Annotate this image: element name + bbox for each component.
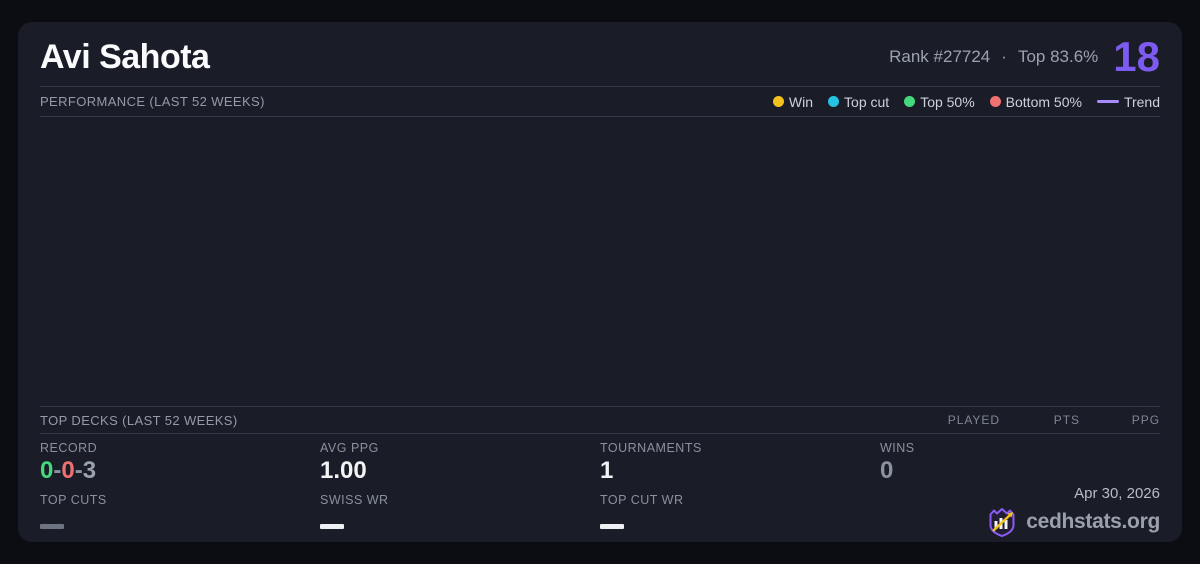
- bottom-50-dot-icon: [989, 96, 1001, 107]
- top-50-dot-icon: [904, 96, 916, 107]
- record-label: RECORD: [40, 441, 98, 455]
- top-cuts-label: TOP CUTS: [40, 493, 107, 507]
- record-draws: 3: [82, 457, 97, 484]
- player-score: 18: [1113, 33, 1160, 80]
- player-name: Avi Sahota: [40, 37, 210, 76]
- legend-item-bottom-50: Bottom 50%: [989, 93, 1082, 110]
- footer: Apr 30, 2026 cedhstats.org: [880, 485, 1160, 549]
- rank-area: Rank #27724 · Top 83.6% 18: [889, 36, 1160, 78]
- legend-label: Top 50%: [920, 93, 975, 110]
- record-separator: -: [74, 457, 83, 484]
- top-decks-columns: PLAYED PTS PPG: [920, 413, 1160, 427]
- player-stats-card: Avi Sahota Rank #27724 · Top 83.6% 18 PE…: [18, 22, 1182, 542]
- top-cut-wr-label: TOP CUT WR: [600, 493, 684, 507]
- rank-label: Rank #27724: [889, 47, 991, 66]
- legend-label: Top cut: [844, 93, 890, 110]
- legend-item-trend: Trend: [1096, 93, 1160, 110]
- tournaments-label: TOURNAMENTS: [600, 441, 702, 455]
- column-pts: PTS: [1053, 413, 1080, 427]
- stat-tournaments: TOURNAMENTS 1: [600, 441, 880, 493]
- legend-item-top-50: Top 50%: [904, 93, 975, 110]
- generated-date: Apr 30, 2026: [1074, 485, 1160, 502]
- avg-ppg-value: 1.00: [320, 457, 367, 484]
- record-wins: 0: [40, 457, 54, 484]
- top-percent-label: Top 83.6%: [1017, 47, 1099, 66]
- top-cut-dot-icon: [828, 96, 840, 107]
- stat-avg-ppg: AVG PPG 1.00: [320, 441, 600, 493]
- brand: cedhstats.org: [986, 506, 1160, 538]
- stat-swiss-wr: SWISS WR: [320, 493, 600, 549]
- swiss-wr-label: SWISS WR: [320, 493, 389, 507]
- tournaments-value: 1: [600, 457, 614, 484]
- top-decks-header-row: TOP DECKS (LAST 52 WEEKS) PLAYED PTS PPG: [40, 406, 1160, 434]
- cedhstats-logo-icon: [989, 508, 1015, 537]
- legend-item-top-cut: Top cut: [828, 94, 889, 110]
- card-header: Avi Sahota Rank #27724 · Top 83.6% 18: [40, 22, 1160, 86]
- site-name: cedhstats.org: [1026, 510, 1160, 533]
- avg-ppg-label: AVG PPG: [320, 441, 379, 455]
- stat-record: RECORD 0-0-3: [40, 441, 320, 493]
- stat-top-cuts: TOP CUTS: [40, 493, 320, 549]
- stat-top-cut-wr: TOP CUT WR: [600, 493, 880, 549]
- record-value: 0-0-3: [40, 457, 320, 484]
- legend-label: Bottom 50%: [1005, 93, 1082, 110]
- legend-label: Win: [788, 93, 814, 110]
- stats-grid: RECORD 0-0-3 AVG PPG 1.00 TOURNAMENTS 1 …: [40, 434, 1160, 549]
- top-decks-title: TOP DECKS (LAST 52 WEEKS): [40, 412, 238, 428]
- performance-title: PERFORMANCE (LAST 52 WEEKS): [40, 94, 265, 109]
- rank-separator: ·: [1001, 47, 1007, 66]
- win-dot-icon: [772, 96, 784, 107]
- trend-line-icon: [1096, 100, 1119, 103]
- legend-label: Trend: [1123, 93, 1160, 110]
- column-ppg: PPG: [1131, 413, 1160, 427]
- top-cuts-value: [40, 524, 64, 529]
- chart-legend: Win Top cut Top 50% Bottom 50% Trend: [772, 93, 1160, 110]
- legend-item-win: Win: [772, 93, 814, 110]
- top-cut-wr-value: [600, 524, 624, 529]
- wins-label: WINS: [880, 441, 915, 455]
- performance-chart-area: [40, 117, 1160, 406]
- wins-value: 0: [880, 457, 894, 484]
- swiss-wr-value: [320, 524, 344, 529]
- record-losses: 0: [61, 457, 75, 484]
- column-played: PLAYED: [947, 413, 1000, 427]
- performance-header-row: PERFORMANCE (LAST 52 WEEKS) Win Top cut …: [40, 86, 1160, 117]
